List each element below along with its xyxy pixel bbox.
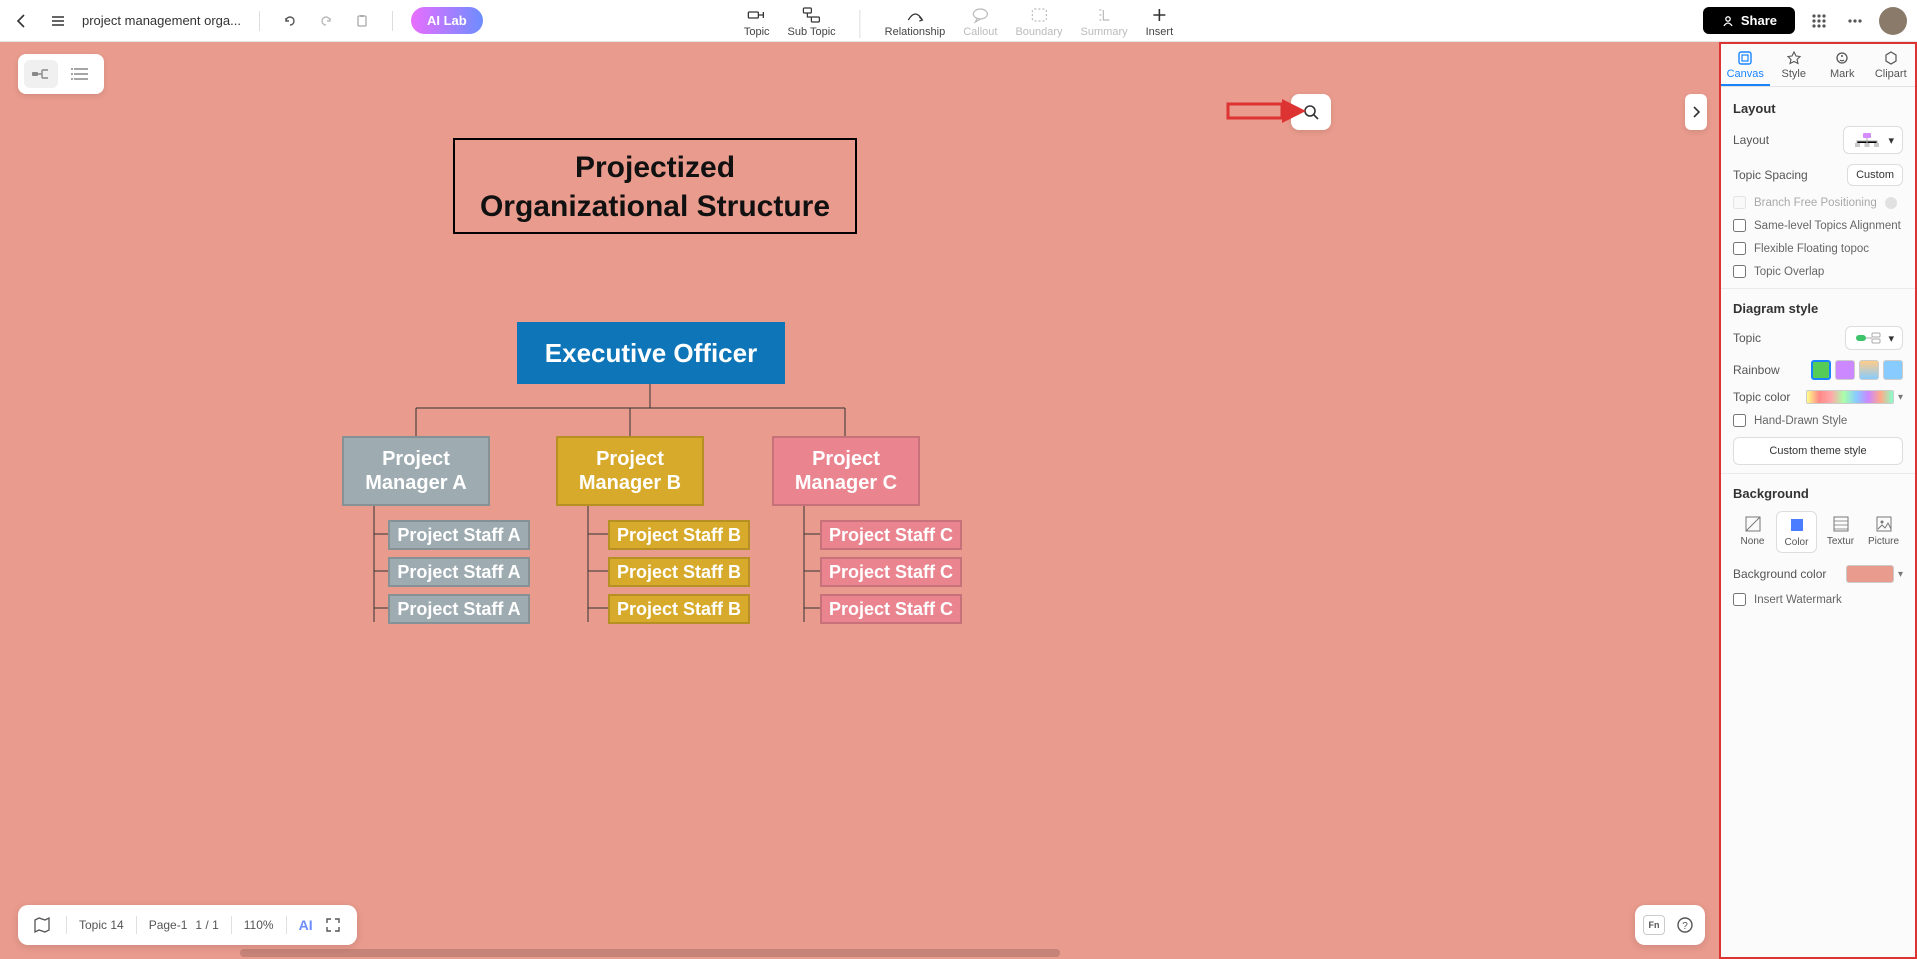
share-button[interactable]: Share [1703,7,1795,34]
custom-theme-button[interactable]: Custom theme style [1733,437,1903,465]
node-staff-b-3[interactable]: Project Staff B [608,594,750,624]
bottom-right-tools: Fn ? [1635,905,1705,945]
rainbow-opt-3[interactable] [1859,360,1879,380]
checkbox-hand-drawn[interactable] [1733,414,1746,427]
status-bar: Topic 14 Page-1 1 / 1 110% AI [18,905,357,945]
page-label[interactable]: Page-1 [149,918,188,932]
tool-summary: Summary [1081,6,1128,38]
org-chart-diagram: Projectized Organizational Structure Exe… [0,42,1719,959]
back-icon[interactable] [10,9,34,33]
ai-lab-button[interactable]: AI Lab [411,7,483,34]
redo-icon[interactable] [314,9,338,33]
svg-text:?: ? [1682,921,1688,932]
layout-selector[interactable]: ▾ [1843,126,1903,154]
format-panel: Canvas Style Mark Clipart Layout Layout … [1719,42,1917,959]
rainbow-options [1811,360,1903,380]
node-staff-b-2[interactable]: Project Staff B [608,557,750,587]
topic-style-label: Topic [1733,331,1761,345]
more-icon[interactable] [1843,9,1867,33]
ai-button[interactable]: AI [299,917,313,933]
chevron-down-icon: ▾ [1888,332,1894,345]
tool-subtopic[interactable]: Sub Topic [788,6,836,38]
fn-icon[interactable]: Fn [1643,915,1665,935]
rainbow-opt-2[interactable] [1835,360,1855,380]
tool-topic[interactable]: Topic [744,6,770,38]
checkbox-topic-overlap[interactable] [1733,265,1746,278]
bg-texture[interactable]: Textur [1821,511,1860,553]
page-numbers: 1 / 1 [195,918,218,932]
undo-icon[interactable] [278,9,302,33]
node-staff-c-1[interactable]: Project Staff C [820,520,962,550]
topic-color-label: Topic color [1733,390,1790,404]
help-icon[interactable]: ? [1673,913,1697,937]
user-avatar[interactable] [1879,7,1907,35]
node-staff-c-3[interactable]: Project Staff C [820,594,962,624]
tool-relationship[interactable]: Relationship [885,6,946,38]
topic-count: Topic 14 [79,918,124,932]
chevron-down-icon[interactable]: ▾ [1898,392,1903,403]
map-overview-icon[interactable] [30,913,54,937]
tool-strip: Topic Sub Topic Relationship Callout Bou… [744,4,1173,38]
chevron-down-icon[interactable]: ▾ [1898,569,1903,580]
tab-mark[interactable]: Mark [1818,44,1867,86]
bg-color-swatch[interactable] [1846,565,1894,583]
document-title[interactable]: project management orga... [82,13,241,28]
node-staff-a-1[interactable]: Project Staff A [388,520,530,550]
top-toolbar: project management orga... AI Lab Topic … [0,0,1917,42]
topic-color-strip[interactable] [1806,390,1894,404]
annotation-arrow-icon [1226,96,1308,130]
panel-collapse-icon[interactable] [1685,94,1707,130]
checkbox-flexible-floating[interactable] [1733,242,1746,255]
bg-picture[interactable]: Picture [1864,511,1903,553]
checkbox-watermark[interactable] [1733,593,1746,606]
section-background-heading: Background [1733,486,1903,501]
tool-callout: Callout [963,6,997,38]
node-staff-a-2[interactable]: Project Staff A [388,557,530,587]
layout-label: Layout [1733,133,1769,147]
node-staff-c-2[interactable]: Project Staff C [820,557,962,587]
paste-icon[interactable] [350,9,374,33]
horizontal-scrollbar[interactable] [240,949,1060,957]
rainbow-label: Rainbow [1733,363,1780,377]
tool-insert[interactable]: Insert [1146,6,1174,38]
node-staff-b-1[interactable]: Project Staff B [608,520,750,550]
section-diagram-style-heading: Diagram style [1733,301,1903,316]
topic-spacing-label: Topic Spacing [1733,168,1808,182]
checkbox-branch-free [1733,196,1746,209]
tool-boundary: Boundary [1015,6,1062,38]
node-pm-a[interactable]: Project Manager A [342,436,490,506]
rainbow-opt-1[interactable] [1811,360,1831,380]
zoom-level[interactable]: 110% [244,918,274,932]
topic-spacing-selector[interactable]: Custom [1847,164,1903,186]
bg-color-label: Background color [1733,567,1826,581]
bg-none[interactable]: None [1733,511,1772,553]
fullscreen-icon[interactable] [321,913,345,937]
topic-style-selector[interactable]: ▾ [1845,326,1903,350]
section-layout-heading: Layout [1733,101,1903,116]
apps-grid-icon[interactable] [1807,9,1831,33]
info-icon [1885,197,1897,209]
node-pm-b[interactable]: Project Manager B [556,436,704,506]
rainbow-opt-4[interactable] [1883,360,1903,380]
share-label: Share [1741,13,1777,28]
checkbox-same-level[interactable] [1733,219,1746,232]
tab-style[interactable]: Style [1770,44,1819,86]
node-pm-c[interactable]: Project Manager C [772,436,920,506]
node-staff-a-3[interactable]: Project Staff A [388,594,530,624]
chevron-down-icon: ▾ [1888,134,1894,147]
canvas[interactable]: Projectized Organizational Structure Exe… [0,42,1719,959]
tab-clipart[interactable]: Clipart [1867,44,1916,86]
tab-canvas[interactable]: Canvas [1721,44,1770,86]
bg-color[interactable]: Color [1776,511,1817,553]
hamburger-menu-icon[interactable] [46,9,70,33]
